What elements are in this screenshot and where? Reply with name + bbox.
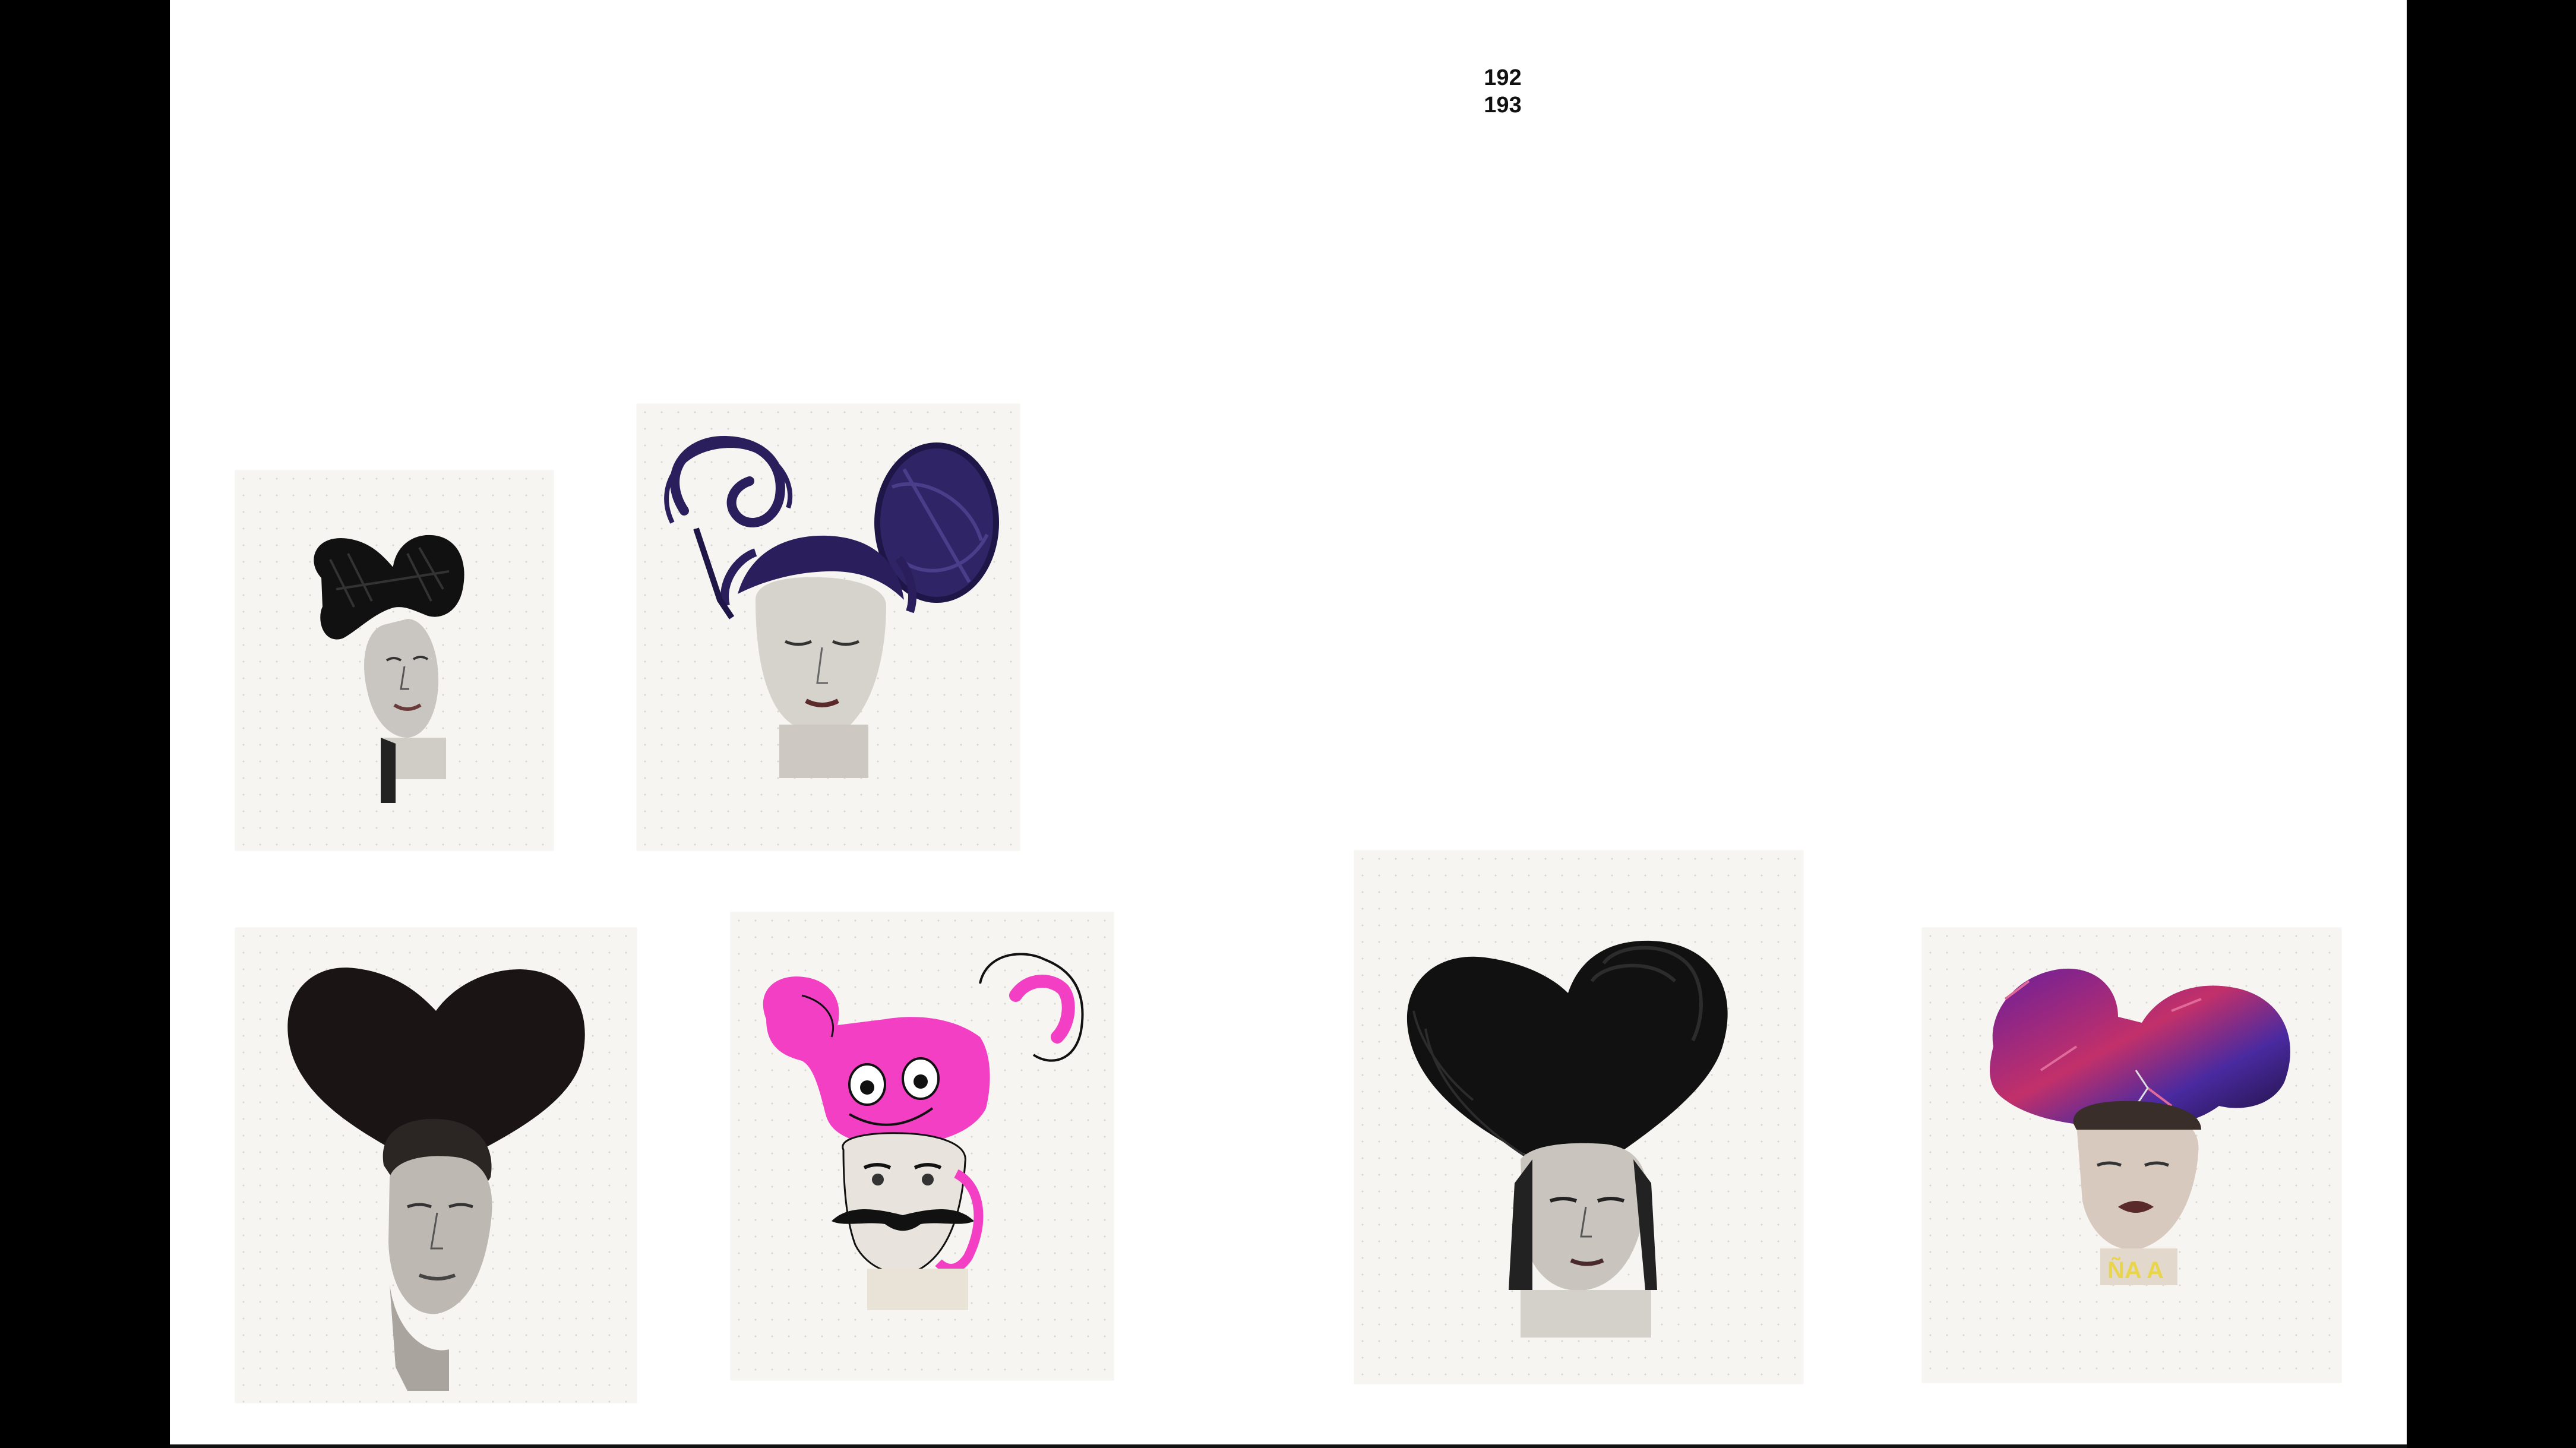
collage-image-1 <box>314 535 464 803</box>
page-numbers: 192 193 <box>1467 64 1538 119</box>
collage-woman-black-ears <box>1354 851 1803 1384</box>
page-number-right: 193 <box>1484 93 1522 118</box>
collage-image-2 <box>664 435 999 778</box>
collage-boy-cosmic-ears: ÑA A <box>1922 928 2341 1383</box>
collage-image-5 <box>1406 940 1728 1338</box>
collage-image-6: ÑA A <box>1990 968 2290 1285</box>
collage-image-4 <box>763 953 1084 1310</box>
spread-bottom-edge <box>170 1444 2407 1448</box>
collage-man-black-heart <box>235 928 637 1403</box>
page-number-left: 192 <box>1484 65 1522 90</box>
collage-image-3 <box>287 968 585 1391</box>
collage-woman-black-bow <box>235 470 554 851</box>
collage-woman-purple-ears <box>637 404 1020 851</box>
collage-man-pink-mask <box>731 912 1114 1380</box>
collage-caption: ÑA A <box>2107 1256 2164 1283</box>
